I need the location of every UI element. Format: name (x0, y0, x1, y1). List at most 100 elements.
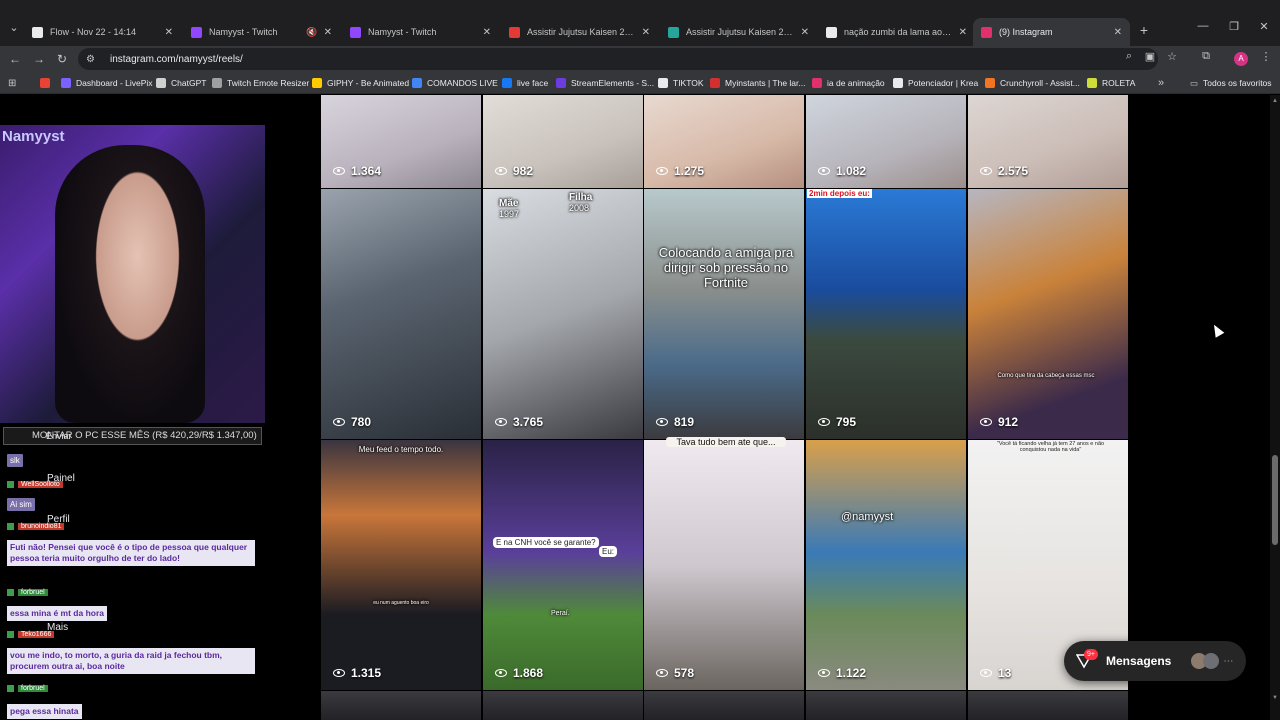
bookmark-item[interactable]: live face (502, 76, 548, 90)
view-count: 1.315 (333, 666, 381, 680)
reel-tile[interactable] (968, 691, 1128, 720)
giphy-icon (312, 78, 322, 88)
bookmark-item[interactable]: ChatGPT (156, 76, 206, 90)
bookmark-item[interactable]: TIKTOK (658, 76, 704, 90)
browser-tab[interactable]: Assistir Jujutsu Kaisen 2nd Sea ✕ (660, 18, 817, 46)
all-bookmarks-folder[interactable]: ▭ Todos os favoritos (1190, 76, 1272, 90)
browser-tab[interactable]: nação zumbi da lama ao caos ✕ (818, 18, 975, 46)
streamer-name: Namyyst (2, 128, 65, 145)
reel-tile[interactable]: 3.765 (483, 189, 643, 439)
reel-tile[interactable] (483, 691, 643, 720)
reel-tile[interactable]: 1.082 (806, 95, 966, 188)
bookmark-item[interactable]: Myinstants | The lar... (710, 76, 805, 90)
reel-tile[interactable]: 982 (483, 95, 643, 188)
new-tab-button[interactable]: + (1136, 22, 1152, 38)
bookmark-label: live face (517, 78, 549, 88)
close-tab-icon[interactable]: ✕ (165, 27, 173, 38)
eye-icon (656, 418, 668, 426)
reel-tile[interactable]: 1.122 (806, 440, 966, 690)
bookmarks-overflow-icon[interactable]: » (1158, 76, 1164, 90)
browser-tab[interactable]: Assistir Jujutsu Kaisen 2 Dublad ✕ (501, 18, 658, 46)
reel-tile[interactable]: 1.364 (321, 95, 481, 188)
close-tab-icon[interactable]: ✕ (959, 27, 967, 38)
caption-nao-aguento: eu num aguento boa eiro (373, 600, 429, 606)
site-info-icon[interactable]: ⚙ (86, 54, 100, 65)
bookmark-item[interactable]: Potenciador | Krea (893, 76, 978, 90)
comandos-icon (412, 78, 422, 88)
bookmark-item[interactable]: Dashboard - LivePix (61, 76, 153, 90)
back-icon[interactable]: ← (6, 50, 24, 68)
close-window-icon[interactable]: ✕ (1256, 20, 1272, 33)
caption-como-que: Como que tira da cabeça essas msc (997, 373, 1095, 379)
bookmark-item[interactable]: StreamElements - S... (556, 76, 654, 90)
crunchyroll-icon (985, 78, 995, 88)
muted-icon[interactable]: 🔇 (306, 27, 317, 38)
bookmark-label: COMANDOS LIVE (427, 78, 498, 88)
chat-message: pega essa hinata (7, 704, 82, 719)
reel-tile[interactable]: 819 (644, 189, 804, 439)
browser-tab[interactable]: (9) Instagram ✕ (973, 18, 1130, 46)
maximize-icon[interactable]: ❐ (1226, 20, 1242, 33)
profile-avatar[interactable]: A (1234, 52, 1248, 66)
reel-tile[interactable]: 912 (968, 189, 1128, 439)
chat-message: essa mina é mt da hora (7, 606, 108, 621)
eye-icon (495, 418, 507, 426)
view-count-text: 1.364 (351, 164, 382, 178)
reel-tile[interactable]: 1.315 (321, 440, 481, 690)
address-bar[interactable]: ⚙ instagram.com/namyyst/reels/ (78, 48, 1158, 70)
bookmark-item[interactable]: ia de animação (812, 76, 885, 90)
bookmark-item[interactable]: GIPHY - Be Animated (312, 76, 409, 90)
minimize-icon[interactable]: — (1195, 20, 1211, 32)
close-tab-icon[interactable]: ✕ (483, 27, 491, 38)
reel-tile[interactable]: 1.868 (483, 440, 643, 690)
messages-button[interactable]: Mensagens ⋯ (1064, 641, 1246, 681)
reel-tile[interactable]: 2.575 (968, 95, 1128, 188)
view-count: 780 (333, 415, 371, 429)
view-count-text: 780 (351, 415, 372, 429)
extensions-icon[interactable]: ⧉ (1197, 50, 1215, 63)
chat-username: WellSoolloto (7, 478, 63, 490)
menu-icon[interactable]: ⋮ (1257, 50, 1275, 63)
avatar (1203, 653, 1220, 669)
bookmark-star-icon[interactable]: ☆ (1163, 50, 1181, 63)
zoom-icon[interactable]: ⌕ (1120, 50, 1138, 63)
scroll-thumb[interactable] (1272, 455, 1278, 545)
chat-badge-icon (7, 588, 14, 596)
myinstants-icon (710, 78, 720, 88)
apps-grid-icon[interactable]: ⊞ (8, 76, 16, 90)
reel-tile[interactable]: 795 (806, 189, 966, 439)
reel-tile[interactable]: 1.275 (644, 95, 804, 188)
cast-icon[interactable]: ▣ (1141, 50, 1159, 63)
scroll-up-icon[interactable]: ▲ (1271, 98, 1279, 104)
browser-tab[interactable]: Namyyst - Twitch ✕ (342, 18, 499, 46)
tab-search-menu[interactable]: ⌄ (6, 20, 22, 36)
browser-tab[interactable]: Flow - Nov 22 - 14:14 ✕ (24, 18, 181, 46)
close-tab-icon[interactable]: ✕ (642, 27, 650, 38)
reel-tile[interactable]: 578 (644, 440, 804, 690)
anime-icon-2 (668, 26, 679, 38)
messages-label: Mensagens (1106, 654, 1172, 668)
ia-icon (812, 78, 822, 88)
eye-icon (495, 669, 507, 677)
bookmark-item[interactable]: Crunchyroll - Assist... (985, 76, 1080, 90)
scroll-down-icon[interactable]: ▼ (1271, 695, 1279, 701)
browser-tab[interactable]: Namyyst - Twitch 🔇 ✕ (183, 18, 340, 46)
twitch-icon (191, 26, 202, 38)
close-tab-icon[interactable]: ✕ (324, 27, 332, 38)
forward-icon[interactable]: → (30, 50, 48, 68)
bookmark-item[interactable]: COMANDOS LIVE (412, 76, 498, 90)
close-tab-icon[interactable]: ✕ (801, 27, 809, 38)
page-scrollbar[interactable]: ▲ ▼ (1270, 95, 1280, 720)
bookmark-item[interactable]: Twitch Emote Resizer (212, 76, 309, 90)
reel-tile[interactable] (644, 691, 804, 720)
bookmark-label: Potenciador | Krea (908, 78, 979, 88)
reload-icon[interactable]: ↻ (53, 50, 71, 68)
reel-tile[interactable] (806, 691, 966, 720)
bookmark-item[interactable] (40, 76, 55, 90)
google-icon (826, 26, 837, 38)
reel-tile[interactable] (321, 691, 481, 720)
eye-icon (818, 669, 830, 677)
close-tab-icon[interactable]: ✕ (1114, 27, 1122, 38)
bookmark-item[interactable]: ROLETA (1087, 76, 1135, 90)
reel-tile[interactable]: 780 (321, 189, 481, 439)
